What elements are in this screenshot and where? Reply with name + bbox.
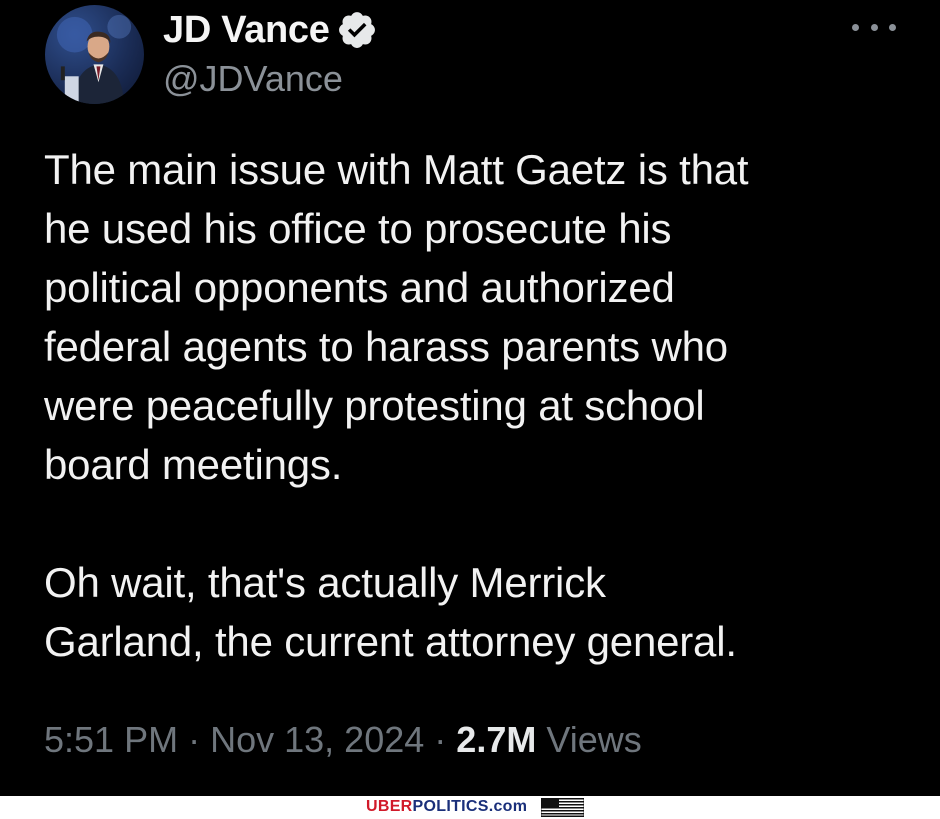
brand-part-uber: UBER <box>366 798 413 815</box>
tweet-time[interactable]: 5:51 PM <box>44 719 178 760</box>
meta-separator: · <box>434 719 447 760</box>
tweet-card: JD Vance @JDVance The main issue with Ma… <box>0 0 940 796</box>
author-avatar[interactable] <box>45 5 144 104</box>
tweet-text: The main issue with Matt Gaetz is that h… <box>44 146 749 665</box>
more-options-button[interactable] <box>852 12 896 42</box>
brand-watermark: UBERPOLITICS.com <box>366 797 527 817</box>
author-handle[interactable]: @JDVance <box>163 58 343 100</box>
meta-separator: · <box>188 719 201 760</box>
more-horizontal-icon <box>852 23 859 31</box>
views-count[interactable]: 2.7M <box>456 719 536 760</box>
more-dot <box>889 23 896 31</box>
author-display-name[interactable]: JD Vance <box>163 8 330 52</box>
tweet-meta: 5:51 PM · Nov 13, 2024 · 2.7M Views <box>44 717 642 763</box>
watermark-bar: UBERPOLITICS.com <box>0 796 940 819</box>
us-flag-icon <box>541 798 584 817</box>
more-dot <box>870 23 878 31</box>
views-label: Views <box>546 719 642 760</box>
brand-part-politics: POLITICS.com <box>412 798 528 815</box>
verified-badge-icon <box>338 12 375 48</box>
tweet-date[interactable]: Nov 13, 2024 <box>210 719 424 760</box>
profile-photo-icon <box>56 14 132 104</box>
